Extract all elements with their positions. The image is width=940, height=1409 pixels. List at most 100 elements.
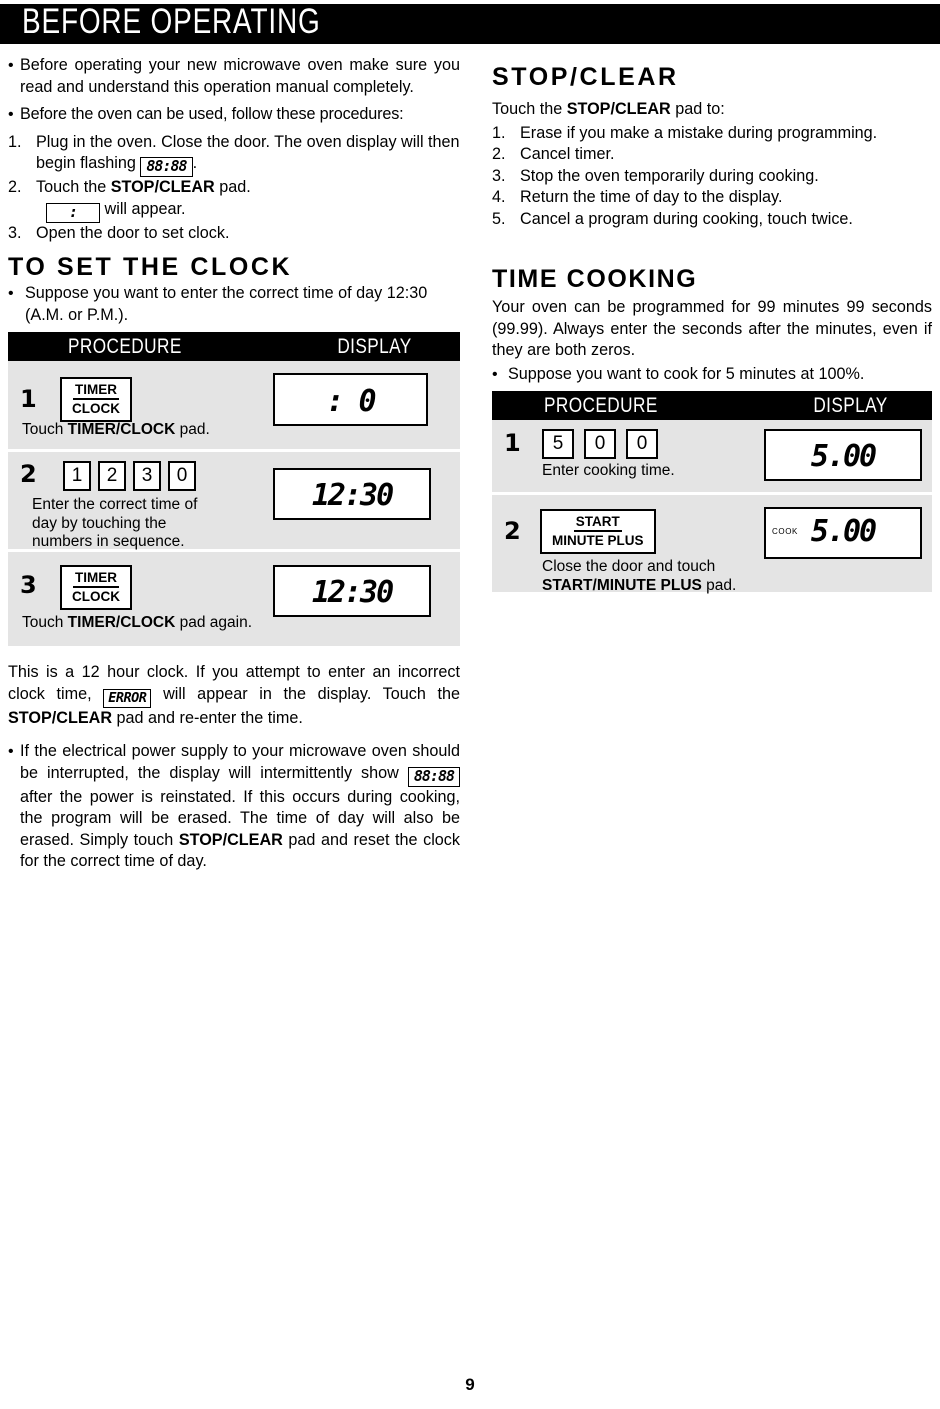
row-caption: Touch TIMER/CLOCK pad.	[22, 421, 210, 440]
column-header-display: DISPLAY	[337, 335, 412, 358]
lcd-colon-inline: :	[46, 202, 101, 223]
caption-bold: TIMER/CLOCK	[67, 421, 176, 438]
start-minute-plus-pad[interactable]: START MINUTE PLUS	[540, 509, 656, 554]
intro-bold: STOP/CLEAR	[566, 100, 671, 118]
display-panel: 5.00 COOK	[764, 507, 922, 559]
bullet-dot-icon: •	[8, 106, 14, 123]
display-value: 12:30	[311, 478, 394, 513]
right-column: STOP/CLEAR Touch the STOP/CLEAR pad to: …	[492, 55, 932, 594]
number-key-3[interactable]: 3	[133, 461, 161, 491]
time-cooking-bullet: • Suppose you want to cook for 5 minutes…	[492, 364, 932, 386]
procedure-step-2: 2. Touch the STOP/CLEAR pad.	[8, 177, 460, 199]
display-value: 5.00	[810, 439, 877, 474]
note-power-part1: If the electrical power supply to your m…	[20, 742, 460, 782]
step-2b-text: will appear.	[104, 199, 186, 218]
number-key-0-a[interactable]: 0	[584, 429, 616, 459]
pad-label-line2: MINUTE PLUS	[552, 533, 644, 548]
item-number: 2.	[492, 145, 506, 163]
item-text: Return the time of day to the display.	[520, 188, 783, 206]
column-header-display: DISPLAY	[813, 394, 888, 417]
item-number: 5.	[492, 209, 506, 228]
step-number: 2.	[8, 178, 22, 196]
table-row: 3 TIMER CLOCK Touch TIMER/CLOCK pad agai…	[8, 552, 460, 646]
column-header-procedure: PROCEDURE	[68, 335, 182, 358]
caption-post: pad.	[701, 577, 737, 594]
time-cooking-paragraph: Your oven can be programmed for 99 minut…	[492, 298, 932, 359]
intro-bullet-1: • Before operating your new microwave ov…	[8, 55, 460, 98]
clock-procedure-table: PROCEDURE DISPLAY 1 TIMER CLOCK Touch TI…	[8, 332, 460, 646]
pad-label-line2: CLOCK	[72, 401, 120, 416]
pad-label-line2: CLOCK	[72, 589, 120, 604]
step-2-suffix: pad.	[219, 178, 251, 196]
row-step-number: 1	[20, 385, 37, 413]
row-step-number: 2	[504, 517, 521, 545]
time-cooking-bullet-text: Suppose you want to cook for 5 minutes a…	[508, 364, 865, 383]
procedure-step-1: 1. Plug in the oven. Close the door. The…	[8, 132, 460, 177]
item-text: Cancel a program during cooking, touch t…	[520, 209, 853, 228]
step-number: 3.	[8, 223, 22, 242]
stop-clear-item-4: 4. Return the time of day to the display…	[492, 187, 932, 209]
column-header-procedure: PROCEDURE	[544, 394, 658, 417]
procedure-step-3: 3. Open the door to set clock.	[8, 223, 460, 245]
pad-label-line1: TIMER	[73, 570, 119, 588]
display-panel: 5.00	[764, 429, 922, 481]
lcd-8888-inline: 88:88	[407, 766, 461, 787]
page-number: 9	[465, 1375, 475, 1394]
number-key-0[interactable]: 0	[168, 461, 196, 491]
note-12h-bold: STOP/CLEAR	[8, 708, 113, 727]
bullet-dot-icon: •	[8, 743, 14, 760]
stop-clear-item-1: 1. Erase if you make a mistake during pr…	[492, 123, 932, 145]
intro-bullet-1-text: Before operating your new microwave oven…	[20, 56, 460, 96]
table-row: 1 TIMER CLOCK Touch TIMER/CLOCK pad. : 0	[8, 361, 460, 449]
display-panel: 12:30	[273, 565, 431, 617]
page-title: BEFORE OPERATING	[22, 2, 321, 41]
note-12h-part2: will appear in the display. Touch the	[163, 684, 461, 703]
number-key-2[interactable]: 2	[98, 461, 126, 491]
row-step-number: 3	[20, 571, 37, 599]
display-value: 12:30	[311, 575, 394, 610]
number-key-1[interactable]: 1	[63, 461, 91, 491]
number-key-0-b[interactable]: 0	[626, 429, 658, 459]
timer-clock-pad[interactable]: TIMER CLOCK	[60, 565, 132, 610]
item-text: Erase if you make a mistake during progr…	[520, 123, 878, 142]
table-header-row: PROCEDURE DISPLAY	[8, 332, 460, 361]
step-text: : will appear.	[36, 199, 460, 223]
display-panel: 12:30	[273, 468, 431, 520]
heading-time-cooking: TIME COOKING	[492, 265, 698, 293]
item-text: Stop the oven temporarily during cooking…	[520, 166, 819, 185]
pad-label-line1: START	[573, 514, 622, 532]
caption-bold: START/MINUTE PLUS	[542, 577, 702, 594]
intro-post: pad to:	[670, 100, 725, 118]
stop-clear-intro: Touch the STOP/CLEAR pad to:	[492, 99, 932, 121]
number-key-5[interactable]: 5	[542, 429, 574, 459]
table-row: 2 START MINUTE PLUS Close the door and t…	[492, 495, 932, 594]
step-2-text: Touch the	[36, 178, 107, 196]
item-number: 1.	[492, 123, 506, 142]
display-value: : 0	[326, 384, 376, 419]
stop-clear-item-2: 2. Cancel timer.	[492, 144, 932, 166]
step-text: Touch the STOP/CLEAR pad.	[36, 177, 460, 199]
left-column: • Before operating your new microwave ov…	[8, 55, 461, 876]
caption-post: pad again.	[175, 614, 253, 631]
display-panel: : 0	[273, 373, 428, 426]
timer-clock-pad[interactable]: TIMER CLOCK	[60, 377, 132, 422]
step-text: Plug in the oven. Close the door. The ov…	[36, 132, 460, 177]
step-1-period: .	[192, 154, 198, 172]
clock-bullet: • Suppose you want to enter the correct …	[8, 283, 460, 326]
row-caption: Enter cooking time.	[542, 462, 675, 479]
bullet-dot-icon: •	[8, 57, 14, 74]
caption-bold: TIMER/CLOCK	[67, 614, 176, 631]
row-caption: Touch TIMER/CLOCK pad again.	[22, 614, 252, 633]
intro-bullet-2-text: Before the oven can be used, follow thes…	[20, 105, 404, 123]
item-text: Cancel timer.	[520, 145, 615, 163]
table-row: 1 500 Enter cooking time. 5.00	[492, 420, 932, 492]
time-cooking-procedure-table: PROCEDURE DISPLAY 1 500 Enter cooking ti…	[492, 391, 932, 594]
table-header-row: PROCEDURE DISPLAY	[492, 391, 932, 420]
stop-clear-bold: STOP/CLEAR	[110, 178, 215, 196]
stop-clear-item-3: 3. Stop the oven temporarily during cook…	[492, 166, 932, 188]
heading-to-set-the-clock: TO SET THE CLOCK	[8, 253, 293, 281]
caption-post: pad.	[175, 421, 210, 438]
intro-bullet-2: • Before the oven can be used, follow th…	[8, 104, 460, 126]
caption-pre: Touch	[22, 421, 68, 438]
caption-pre: Close the door and touch	[542, 558, 716, 575]
